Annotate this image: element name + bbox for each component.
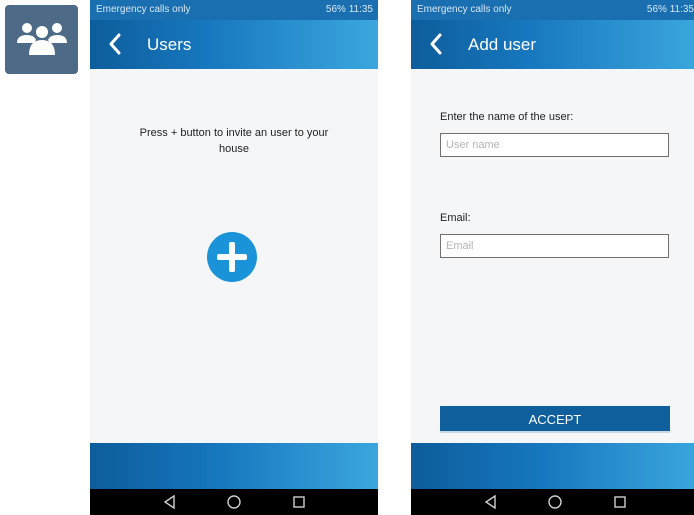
add-user-screen: Emergency calls only 56% 11:35 Add user … [411,0,694,515]
bottom-bar [90,443,378,489]
system-nav-bar [411,489,694,515]
status-text: Emergency calls only [96,4,191,15]
system-nav-bar [90,489,378,515]
top-bar: Add user [411,20,694,69]
bottom-bar [411,443,694,489]
email-input[interactable] [440,234,669,258]
status-indicators: 56% 11:35 [325,4,373,15]
status-indicators: 56% 11:35 [646,4,694,15]
accept-button[interactable]: ACCEPT [440,406,670,433]
nav-home-icon[interactable] [547,494,563,510]
nav-home-icon[interactable] [226,494,242,510]
user-name-input[interactable] [440,133,669,157]
nav-recents-icon[interactable] [291,494,307,510]
nav-back-icon[interactable] [162,494,178,510]
status-bar: Emergency calls only 56% 11:35 [411,0,694,20]
users-group-icon [17,23,67,55]
plus-circle-icon[interactable] [207,232,257,282]
page-title: Add user [468,35,537,54]
back-arrow-icon[interactable] [108,32,128,56]
status-bar: Emergency calls only 56% 11:35 [90,0,378,20]
nav-recents-icon[interactable] [612,494,628,510]
back-arrow-icon[interactable] [429,32,449,56]
status-text: Emergency calls only [417,4,512,15]
nav-back-icon[interactable] [483,494,499,510]
users-app-icon [5,5,78,74]
invite-hint: Press + button to invite an user to your… [139,127,329,155]
page-title: Users [147,35,192,54]
top-bar: Users [90,20,378,69]
email-label: Email: [440,212,471,224]
name-label: Enter the name of the user: [440,111,574,123]
users-screen: Emergency calls only 56% 11:35 Users Pre… [90,0,378,515]
